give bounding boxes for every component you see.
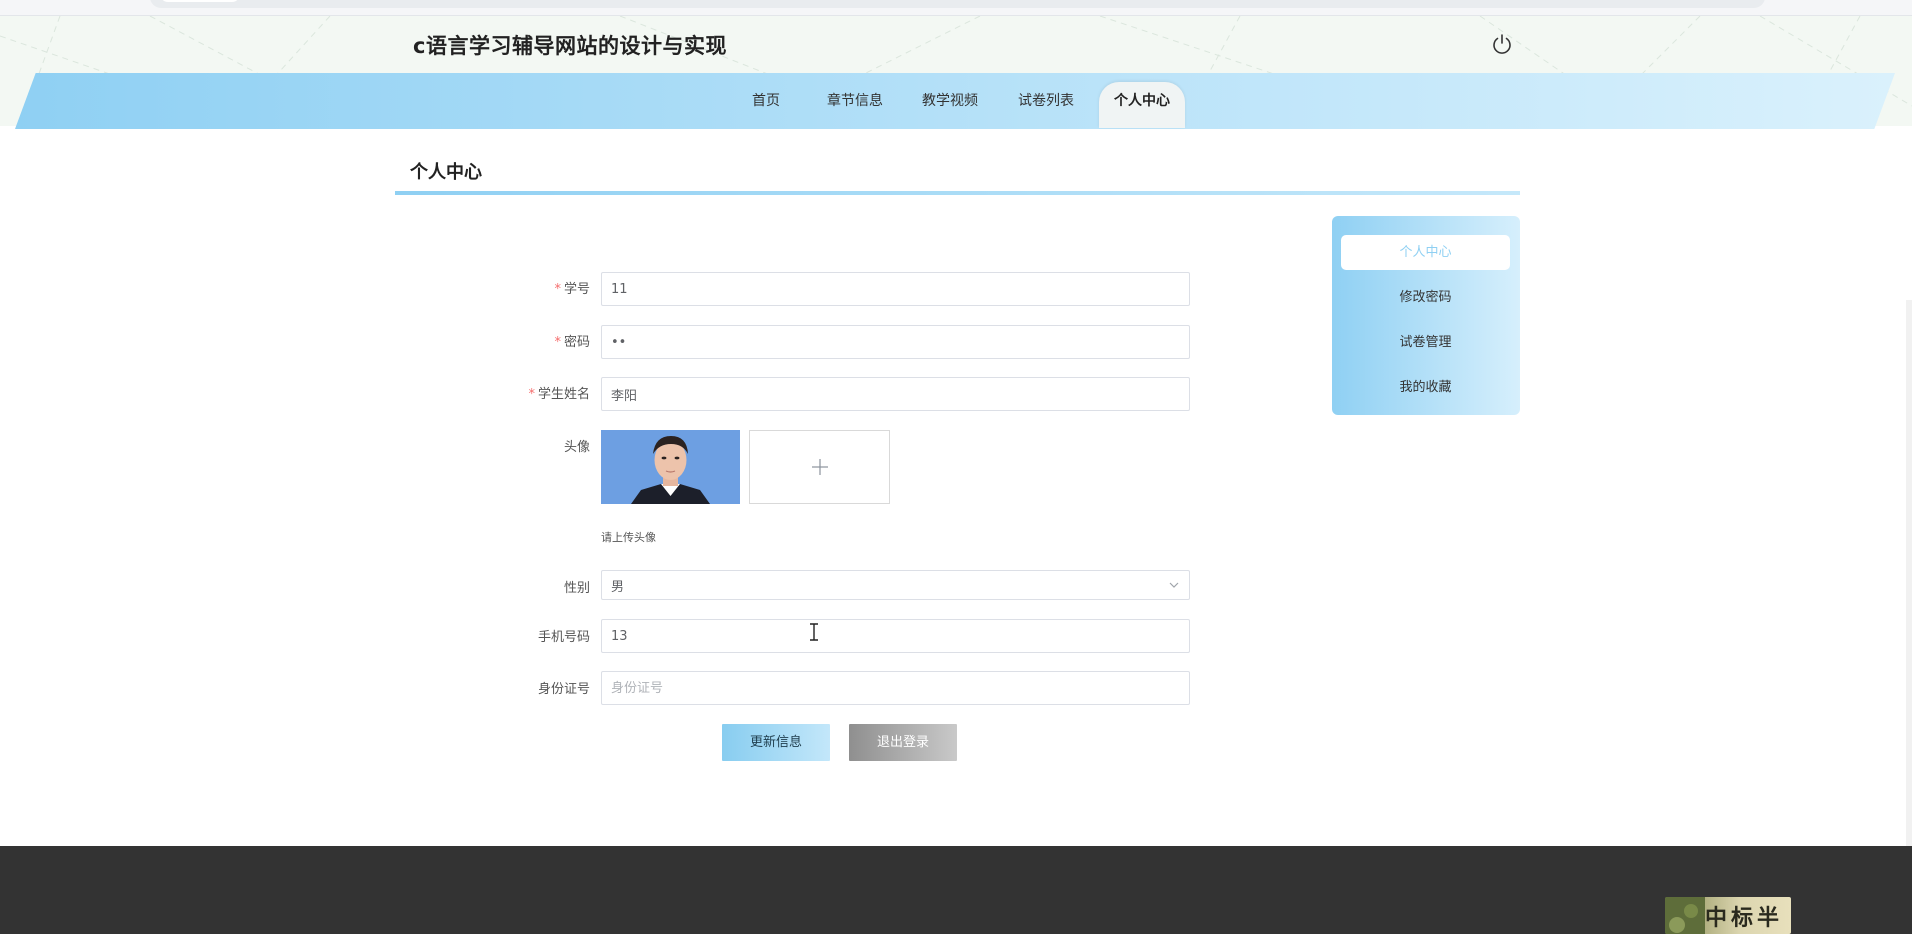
side-item-exam-management[interactable]: 试卷管理 (1341, 325, 1510, 360)
side-item-change-password[interactable]: 修改密码 (1341, 280, 1510, 315)
id-card-field[interactable] (601, 671, 1190, 705)
gender-select[interactable]: 男 (601, 570, 1190, 600)
nav-item-exam-list[interactable]: 试卷列表 (1010, 82, 1082, 128)
stamp-text: 中标半 (1705, 905, 1784, 931)
nav-item-profile[interactable]: 个人中心 (1099, 82, 1185, 128)
id-card-label: 身份证号 (537, 682, 590, 697)
password-field[interactable] (601, 325, 1190, 359)
side-item-profile[interactable]: 个人中心 (1341, 235, 1510, 270)
required-mark: * (554, 335, 561, 350)
student-name-field[interactable] (601, 377, 1190, 411)
update-info-button[interactable]: 更新信息 (722, 724, 830, 761)
phone-label: 手机号码 (537, 630, 590, 645)
browser-tab-active[interactable] (160, 0, 240, 2)
phone-field[interactable] (601, 619, 1190, 653)
gender-label: 性别 (563, 581, 590, 596)
password-label: * 密码 (554, 335, 590, 350)
power-icon[interactable] (1490, 32, 1514, 56)
stamp-plant-image (1665, 897, 1705, 934)
student-no-field[interactable] (601, 272, 1190, 306)
student-no-label: * 学号 (554, 282, 590, 297)
footer (0, 846, 1912, 934)
avatar-image[interactable] (601, 430, 740, 504)
nav-item-home[interactable]: 首页 (742, 82, 790, 128)
address-bar[interactable] (150, 0, 1765, 8)
text-cursor-icon (810, 623, 818, 641)
page-title: 个人中心 (410, 162, 482, 183)
watermark-stamp: 中标半 (1665, 897, 1791, 934)
main-nav: 首页 章节信息 教学视频 试卷列表 个人中心 (0, 82, 1912, 128)
avatar-label: 头像 (563, 440, 590, 455)
nav-item-videos[interactable]: 教学视频 (915, 82, 985, 128)
nav-item-chapters[interactable]: 章节信息 (820, 82, 890, 128)
page-title-rule (395, 191, 1520, 195)
chevron-down-icon (1169, 582, 1179, 588)
required-mark: * (528, 387, 535, 402)
avatar-upload-button[interactable] (749, 430, 890, 504)
side-item-favorites[interactable]: 我的收藏 (1341, 370, 1510, 405)
avatar-upload-hint: 请上传头像 (601, 531, 656, 544)
scrollbar[interactable] (1906, 300, 1912, 846)
logout-button[interactable]: 退出登录 (849, 724, 957, 761)
browser-top-strip (0, 0, 1912, 16)
required-mark: * (554, 282, 561, 297)
side-menu: 个人中心 修改密码 试卷管理 我的收藏 (1332, 216, 1520, 415)
student-name-label: * 学生姓名 (528, 387, 590, 402)
site-title: c语言学习辅导网站的设计与实现 (413, 34, 727, 58)
gender-select-value: 男 (611, 579, 625, 595)
plus-icon (811, 459, 828, 475)
